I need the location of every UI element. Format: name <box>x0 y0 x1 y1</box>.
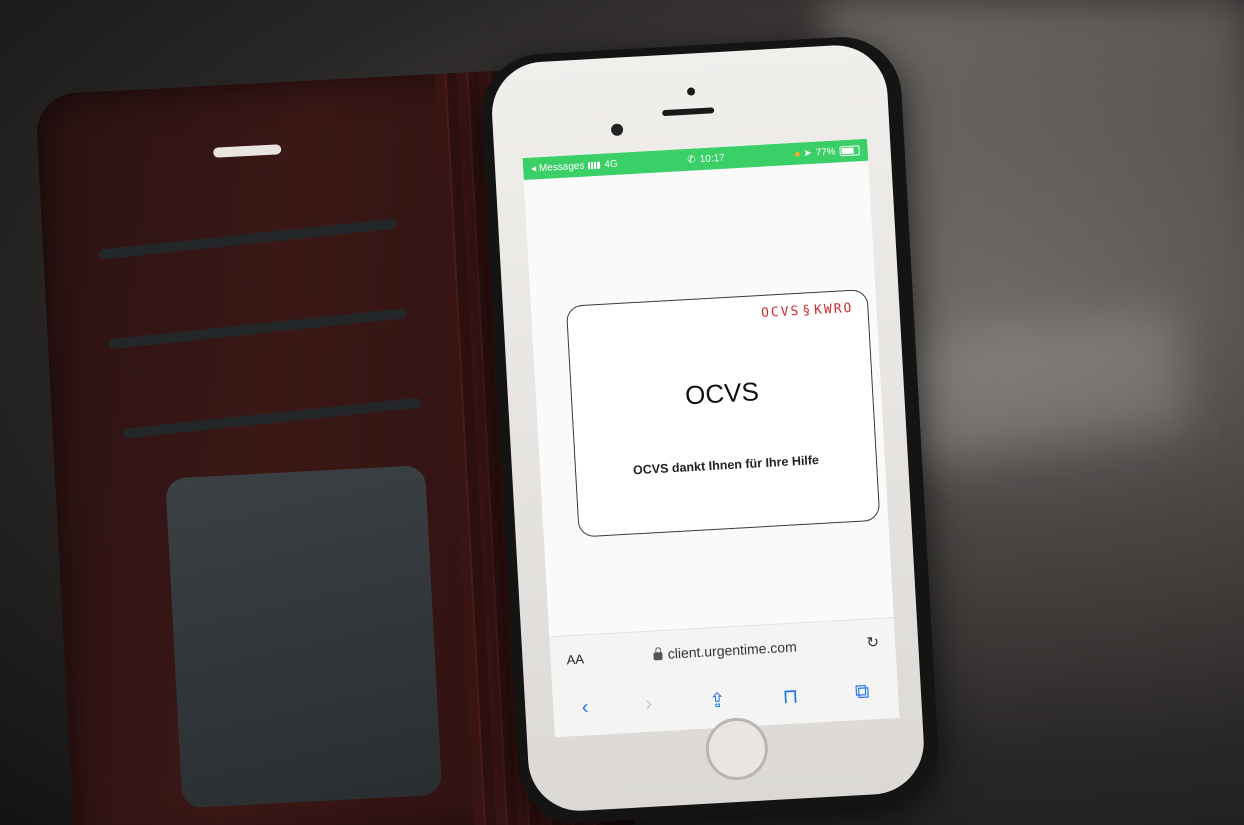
logo-left-text: OCVS <box>760 303 801 321</box>
forward-button[interactable]: › <box>645 692 653 715</box>
url-text: client.urgentime.com <box>667 638 798 662</box>
mic-indicator-icon <box>794 151 800 157</box>
confirmation-card: OCVS § KWRO OCVS OCVS dankt Ihnen für Ih… <box>565 288 881 538</box>
lock-icon <box>653 651 664 661</box>
battery-icon <box>839 145 860 157</box>
caduceus-icon: § <box>801 303 813 319</box>
location-arrow-icon: ➤ <box>802 147 812 159</box>
reload-icon[interactable]: ↻ <box>866 633 880 652</box>
phone-screen: ◂ Messages 4G ✆ 10:17 ➤ 77% OCVS § KWRO … <box>522 138 900 738</box>
phone-body: ◂ Messages 4G ✆ 10:17 ➤ 77% OCVS § KWRO … <box>489 42 927 814</box>
card-slot <box>107 308 408 350</box>
url-display[interactable]: client.urgentime.com <box>653 639 797 663</box>
front-camera <box>610 123 624 137</box>
battery-percent: 77% <box>815 146 836 159</box>
home-button[interactable] <box>704 716 770 782</box>
back-to-messages-link[interactable]: ◂ Messages <box>531 160 585 174</box>
id-window <box>165 465 443 809</box>
bookmarks-icon[interactable]: ⊓ <box>782 683 799 709</box>
address-bar[interactable]: AA client.urgentime.com ↻ <box>558 624 888 676</box>
network-type: 4G <box>604 158 619 170</box>
status-bar: ◂ Messages 4G ✆ 10:17 ➤ 77% <box>522 138 869 181</box>
iphone: ◂ Messages 4G ✆ 10:17 ➤ 77% OCVS § KWRO … <box>478 33 942 825</box>
card-title: OCVS <box>684 376 760 411</box>
phone-call-icon: ✆ <box>687 153 697 166</box>
signal-icon <box>588 161 601 169</box>
safari-bottom-bar: AA client.urgentime.com ↻ ‹ › ⇪ ⊓ ⧉ <box>549 617 900 738</box>
photo-scene: ◂ Messages 4G ✆ 10:17 ➤ 77% OCVS § KWRO … <box>0 0 1244 825</box>
wallet-magnet-strip <box>213 144 282 158</box>
ocvs-kwro-logo: OCVS § KWRO <box>761 301 854 321</box>
logo-right-text: KWRO <box>813 300 854 318</box>
thank-you-message: OCVS dankt Ihnen für Ihre Hilfe <box>632 452 820 478</box>
clock: 10:17 <box>699 152 725 165</box>
share-icon[interactable]: ⇪ <box>708 687 726 713</box>
card-slot <box>122 397 422 439</box>
card-slot <box>98 218 398 260</box>
text-size-button[interactable]: AA <box>566 651 584 667</box>
earpiece-speaker <box>662 107 715 117</box>
proximity-sensor <box>686 87 696 96</box>
tabs-icon[interactable]: ⧉ <box>854 680 870 704</box>
back-button[interactable]: ‹ <box>581 696 589 719</box>
